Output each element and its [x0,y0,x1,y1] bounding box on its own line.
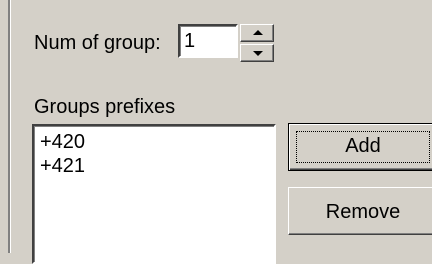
remove-button[interactable]: Remove [288,187,432,235]
remove-button-label: Remove [325,201,401,223]
groups-prefixes-label: Groups prefixes [34,96,176,118]
add-button-label: Add [345,135,381,157]
list-item[interactable]: +421 [40,154,274,178]
spin-up-button[interactable] [240,24,274,42]
num-of-group-input[interactable]: 1 [178,24,238,58]
panel-left-border [0,0,11,253]
num-of-group-spinner [240,24,276,64]
list-item[interactable]: +420 [40,130,274,154]
num-of-group-label: Num of group: [34,32,161,54]
triangle-up-icon [253,30,263,35]
spin-down-button[interactable] [240,44,274,62]
add-button[interactable]: Add [288,123,432,171]
groups-prefixes-list[interactable]: +420 +421 [32,124,276,264]
triangle-down-icon [253,51,263,56]
